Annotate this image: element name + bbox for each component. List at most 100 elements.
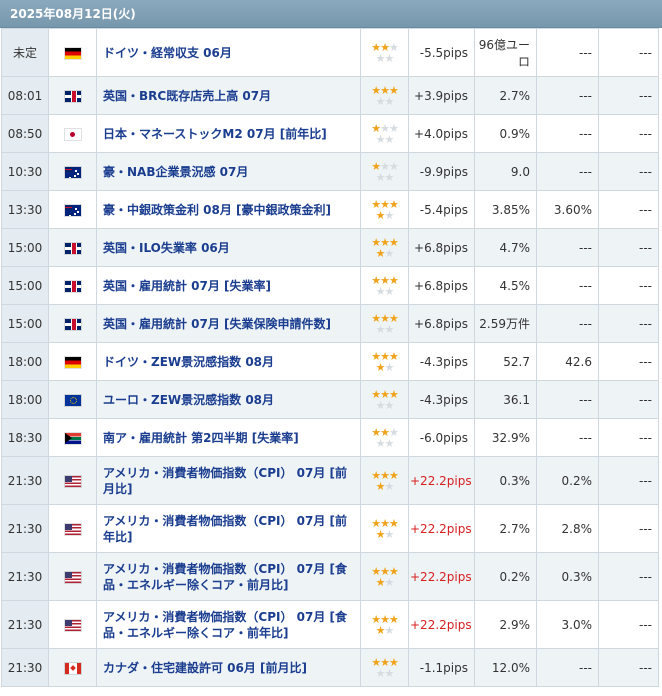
japan-flag-icon (64, 128, 81, 140)
event-name-link[interactable]: 英国・ILO失業率 06月 (96, 228, 361, 267)
event-row: 18:30 南ア・雇用統計 第2四半期 [失業率] ★★★ ★★ -6.0pips 32.… (1, 418, 659, 457)
events-table: 未定 ドイツ・経常収支 06月 ★★★ ★★ -5.5pips 96億ユーロ --- --- 0… (1, 28, 659, 687)
pips-change: +3.9pips (408, 76, 475, 115)
event-row: 18:00 ドイツ・ZEW景況感指数 08月 ★★★ ★★ -4.3pips 52.7 42… (1, 342, 659, 381)
star-icon: ★ (375, 51, 386, 65)
event-name-link[interactable]: 英国・雇用統計 07月 [失業保険申請件数] (96, 304, 361, 343)
importance-rating: ★★★ ★★ (360, 504, 409, 553)
event-name-link[interactable]: アメリカ・消費者物価指数（CPI） 07月 [食品・エネルギー除くコア・前月比] (96, 552, 361, 601)
country-flag-cell (48, 76, 97, 115)
event-row: 10:30 豪・NAB企業景況感 07月 ★★★ ★★ -9.9pips 9.0 --- --… (1, 152, 659, 191)
event-name-link[interactable]: ユーロ・ZEW景況感指数 08月 (96, 380, 361, 419)
country-flag-cell (48, 266, 97, 305)
event-name-link[interactable]: 日本・マネーストックM2 07月 [前年比] (96, 114, 361, 153)
forecast-value: --- (536, 304, 599, 343)
usa-flag-icon (64, 619, 81, 631)
star-icon: ★ (375, 94, 386, 108)
south-africa-flag-icon (64, 432, 81, 444)
event-name-link[interactable]: 南ア・雇用統計 第2四半期 [失業率] (96, 418, 361, 457)
event-time: 21:30 (1, 648, 49, 687)
previous-value: --- (598, 28, 659, 77)
event-time: 10:30 (1, 152, 49, 191)
result-value: 9.0 (474, 152, 537, 191)
event-time: 未定 (1, 28, 49, 77)
importance-rating: ★★★ ★★ (360, 152, 409, 191)
event-row: 21:30 アメリカ・消費者物価指数（CPI） 07月 [食品・エネルギー除くコア… (1, 600, 659, 649)
event-time: 15:00 (1, 228, 49, 267)
previous-value: --- (598, 152, 659, 191)
event-name-link[interactable]: 豪・中銀政策金利 08月 [豪中銀政策金利] (96, 190, 361, 229)
importance-rating: ★★★ ★★ (360, 190, 409, 229)
usa-flag-icon (64, 475, 81, 487)
usa-flag-icon (64, 571, 81, 583)
result-value: 36.1 (474, 380, 537, 419)
forecast-value: --- (536, 76, 599, 115)
star-icon: ★ (375, 575, 386, 589)
star-icon: ★ (375, 360, 386, 374)
event-name-link[interactable]: アメリカ・消費者物価指数（CPI） 07月 [前年比] (96, 504, 361, 553)
result-value: 2.7% (474, 504, 537, 553)
previous-value: --- (598, 648, 659, 687)
pips-change: -5.5pips (408, 28, 475, 77)
forecast-value: 3.0% (536, 600, 599, 649)
pips-change: +6.8pips (408, 266, 475, 305)
forecast-value: 2.8% (536, 504, 599, 553)
star-icon: ★ (384, 170, 395, 184)
forecast-value: --- (536, 418, 599, 457)
event-name-link[interactable]: 英国・BRC既存店売上高 07月 (96, 76, 361, 115)
event-row: 08:01 英国・BRC既存店売上高 07月 ★★★ ★★ +3.9pips 2.7% --… (1, 76, 659, 115)
forecast-value: 0.2% (536, 456, 599, 505)
result-value: 32.9% (474, 418, 537, 457)
country-flag-cell (48, 418, 97, 457)
date-header: 2025年08月12日(火) (0, 0, 662, 28)
importance-rating: ★★★ ★★ (360, 600, 409, 649)
pips-change: +6.8pips (408, 228, 475, 267)
importance-rating: ★★★ ★★ (360, 552, 409, 601)
star-icon: ★ (375, 246, 386, 260)
pips-change: +6.8pips (408, 304, 475, 343)
event-name-link[interactable]: ドイツ・経常収支 06月 (96, 28, 361, 77)
event-name-link[interactable]: カナダ・住宅建設許可 06月 [前月比] (96, 648, 361, 687)
previous-value: --- (598, 266, 659, 305)
event-name-link[interactable]: アメリカ・消費者物価指数（CPI） 07月 [食品・エネルギー除くコア・前年比] (96, 600, 361, 649)
star-icon: ★ (375, 623, 386, 637)
australia-flag-icon (64, 166, 81, 178)
uk-flag-icon (64, 318, 81, 330)
result-value: 3.85% (474, 190, 537, 229)
germany-flag-icon (64, 47, 81, 59)
country-flag-cell (48, 152, 97, 191)
event-row: 21:30 アメリカ・消費者物価指数（CPI） 07月 [食品・エネルギー除くコア… (1, 552, 659, 601)
pips-change: +22.2pips (408, 456, 475, 505)
result-value: 2.59万件 (474, 304, 537, 343)
country-flag-cell (48, 228, 97, 267)
country-flag-cell (48, 28, 97, 77)
star-icon: ★ (384, 51, 395, 65)
event-time: 08:01 (1, 76, 49, 115)
previous-value: --- (598, 76, 659, 115)
forecast-value: 3.60% (536, 190, 599, 229)
result-value: 0.2% (474, 552, 537, 601)
event-time: 21:30 (1, 504, 49, 553)
previous-value: --- (598, 114, 659, 153)
importance-rating: ★★★ ★★ (360, 418, 409, 457)
forecast-value: --- (536, 28, 599, 77)
canada-flag-icon (64, 662, 81, 674)
star-icon: ★ (375, 527, 386, 541)
event-name-link[interactable]: 豪・NAB企業景況感 07月 (96, 152, 361, 191)
star-icon: ★ (384, 398, 395, 412)
event-name-link[interactable]: アメリカ・消費者物価指数（CPI） 07月 [前月比] (96, 456, 361, 505)
country-flag-cell (48, 304, 97, 343)
result-value: 2.9% (474, 600, 537, 649)
star-icon: ★ (384, 208, 395, 222)
star-icon: ★ (375, 170, 386, 184)
star-icon: ★ (384, 246, 395, 260)
pips-change: -4.3pips (408, 380, 475, 419)
event-row: 15:00 英国・ILO失業率 06月 ★★★ ★★ +6.8pips 4.7% --- --… (1, 228, 659, 267)
forecast-value: --- (536, 114, 599, 153)
event-name-link[interactable]: ドイツ・ZEW景況感指数 08月 (96, 342, 361, 381)
forecast-value: --- (536, 648, 599, 687)
event-name-link[interactable]: 英国・雇用統計 07月 [失業率] (96, 266, 361, 305)
pips-change: -1.1pips (408, 648, 475, 687)
result-value: 0.3% (474, 456, 537, 505)
star-icon: ★ (384, 623, 395, 637)
